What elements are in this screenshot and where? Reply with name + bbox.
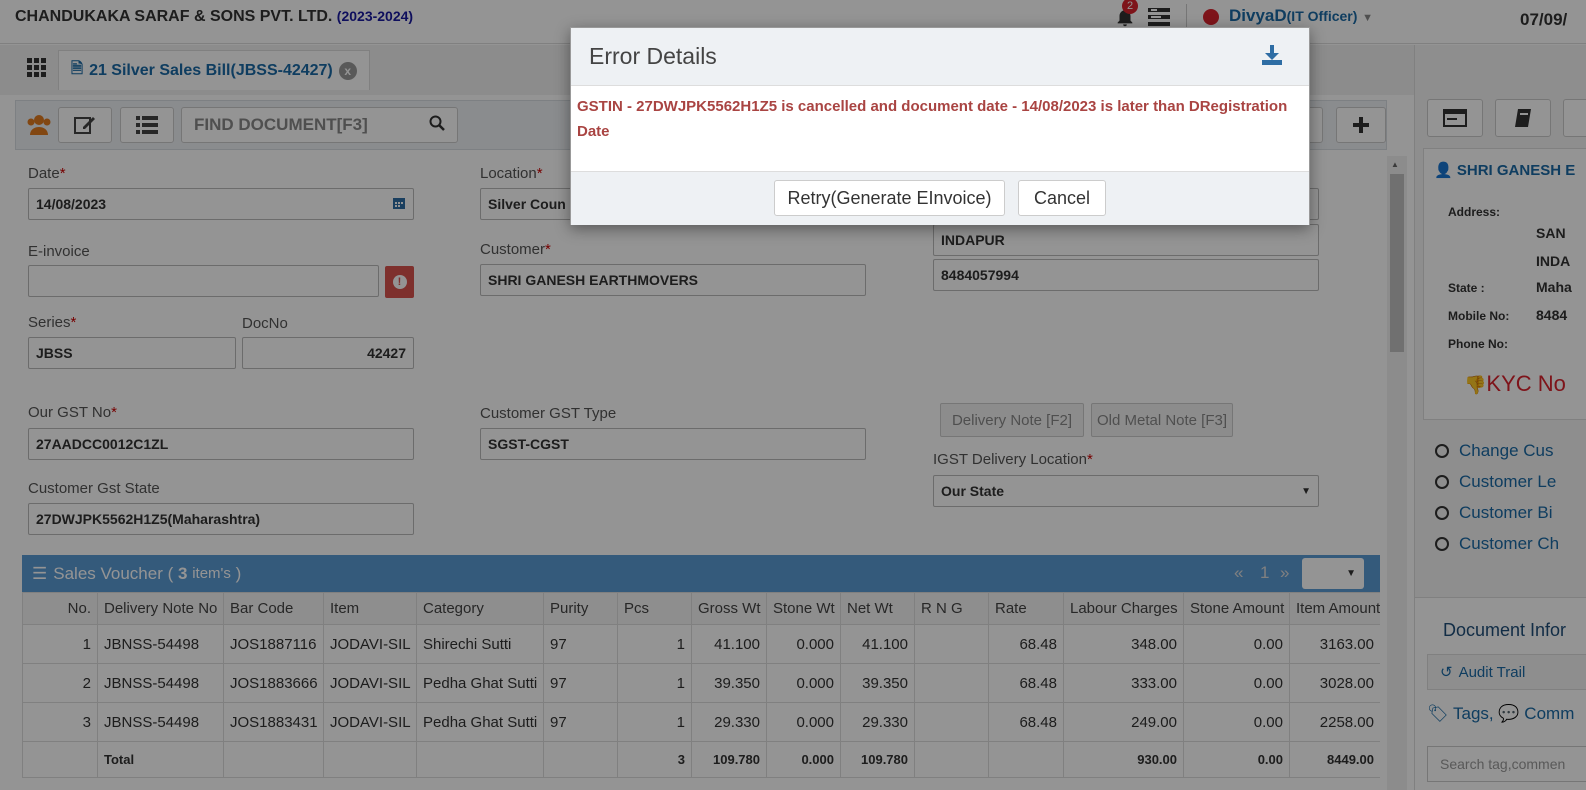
modal-footer: Retry(Generate EInvoice) Cancel <box>571 171 1309 225</box>
error-details-modal: Error Details GSTIN - 27DWJPK5562H1Z5 is… <box>570 27 1310 225</box>
modal-title: Error Details <box>589 43 717 69</box>
download-icon[interactable] <box>1261 44 1283 72</box>
retry-generate-einvoice-button[interactable]: Retry(Generate EInvoice) <box>774 180 1005 216</box>
error-message: GSTIN - 27DWJPK5562H1Z5 is cancelled and… <box>577 98 1288 140</box>
cancel-button[interactable]: Cancel <box>1018 180 1106 216</box>
modal-header: Error Details <box>571 28 1309 86</box>
